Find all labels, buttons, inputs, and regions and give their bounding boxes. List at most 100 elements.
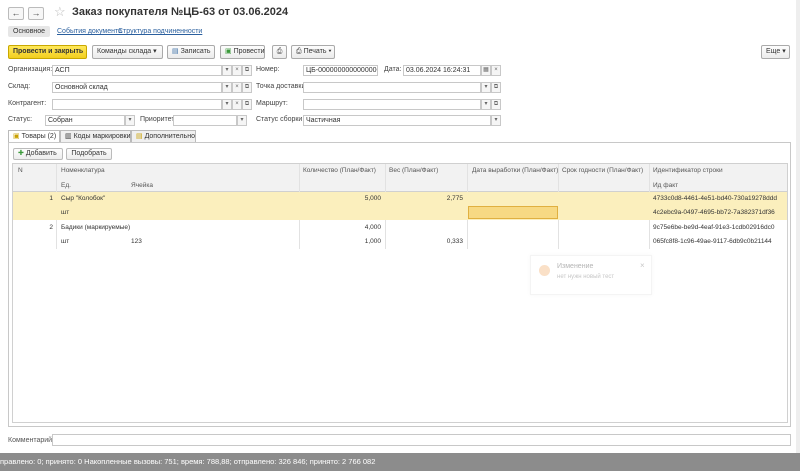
warehouse-commands-button[interactable]: Команды склада ▾ bbox=[92, 45, 163, 59]
chevron-down-icon: ▾ bbox=[328, 48, 332, 55]
date-clear-icon[interactable]: × bbox=[491, 65, 501, 76]
counterparty-clear-icon[interactable]: × bbox=[232, 99, 242, 110]
tab-marking-codes[interactable]: ▥ Коды маркировки bbox=[60, 130, 131, 142]
warehouse-dropdown-icon[interactable]: ▾ bbox=[222, 82, 232, 93]
route-field[interactable] bbox=[303, 99, 481, 110]
counterparty-label: Контрагент: bbox=[8, 100, 47, 107]
warehouse-field[interactable]: Основной склад bbox=[52, 82, 222, 93]
post-icon: ▣ bbox=[225, 48, 232, 55]
date-label: Дата: bbox=[384, 66, 402, 73]
print-label: Печать bbox=[303, 48, 327, 55]
status-bar: правлено: 0; принято: 0 Накопленные вызо… bbox=[0, 453, 800, 471]
header-production-date: Дата выработки (План/Факт) bbox=[472, 167, 559, 174]
printer-icon: ⎙ bbox=[276, 48, 283, 55]
notification-title: Изменение bbox=[557, 263, 594, 270]
tab-subordination-structure[interactable]: Структура подчиненности bbox=[115, 26, 205, 37]
organization-dropdown-icon[interactable]: ▾ bbox=[222, 65, 232, 76]
goods-tab-icon: ▣ bbox=[13, 133, 20, 140]
warehouse-clear-icon[interactable]: × bbox=[232, 82, 242, 93]
window-edge bbox=[796, 0, 800, 453]
print-button[interactable]: ⎙ Печать ▾ bbox=[291, 45, 335, 59]
add-row-button[interactable]: ✚ Добавить bbox=[13, 148, 63, 160]
row-cell: 123 bbox=[131, 238, 142, 245]
table-row[interactable]: 2 Бадики (маркируемые) 4,000 9c75e6be-be… bbox=[13, 221, 787, 235]
row-number: 1 bbox=[49, 195, 53, 202]
table-row[interactable]: шт 4c2ebc9a-0497-4695-bb72-7a382371df36 bbox=[13, 206, 787, 220]
row-nomenclature: Бадики (маркируемые) bbox=[61, 224, 131, 231]
row-nomenclature: Сыр "Колобок" bbox=[61, 195, 106, 202]
comment-label: Комментарий: bbox=[8, 437, 55, 444]
forward-button[interactable]: → bbox=[28, 7, 44, 20]
tab-additional[interactable]: ▤ Дополнительно bbox=[131, 130, 196, 142]
row-number: 2 bbox=[49, 224, 53, 231]
organization-label: Организация: bbox=[8, 66, 53, 73]
comment-field[interactable] bbox=[52, 434, 791, 446]
header-expiry: Срок годности (План/Факт) bbox=[562, 167, 644, 174]
row-unit: шт bbox=[61, 238, 70, 245]
save-button[interactable]: ▤ Записать bbox=[167, 45, 215, 59]
number-label: Номер: bbox=[256, 66, 280, 73]
tab-main[interactable]: Основное bbox=[8, 26, 51, 37]
post-and-close-button[interactable]: Провести и закрыть bbox=[8, 45, 87, 59]
selected-cell[interactable] bbox=[468, 206, 558, 219]
more-button[interactable]: Еще ▾ bbox=[761, 45, 790, 59]
number-field[interactable]: ЦБ-00000000000000063 bbox=[303, 65, 378, 76]
delivery-dropdown-icon[interactable]: ▾ bbox=[481, 82, 491, 93]
favorite-star-icon[interactable]: ☆ bbox=[54, 4, 66, 20]
header-fact-id: Ид факт bbox=[653, 182, 679, 189]
header-nomenclature: Номенклатура bbox=[61, 167, 105, 174]
delivery-open-icon[interactable]: ⧉ bbox=[491, 82, 501, 93]
back-button[interactable]: ← bbox=[8, 7, 24, 20]
table-row[interactable]: 1 Сыр "Колобок" 5,000 2,775 4733c0d8-446… bbox=[13, 192, 787, 206]
route-open-icon[interactable]: ⧉ bbox=[491, 99, 501, 110]
status-field[interactable]: Собран bbox=[45, 115, 125, 126]
organization-open-icon[interactable]: ⧉ bbox=[242, 65, 252, 76]
date-field[interactable]: 03.06.2024 16:24:31 bbox=[403, 65, 481, 76]
header-cell: Ячейка bbox=[131, 182, 153, 189]
notification-text: нет нужн новый тест bbox=[557, 274, 615, 280]
route-dropdown-icon[interactable]: ▾ bbox=[481, 99, 491, 110]
priority-dropdown-icon[interactable]: ▾ bbox=[237, 115, 247, 126]
header-qty: Количество (План/Факт) bbox=[303, 167, 376, 174]
status-dropdown-icon[interactable]: ▾ bbox=[125, 115, 135, 126]
assembly-status-dropdown-icon[interactable]: ▾ bbox=[491, 115, 501, 126]
assembly-status-field[interactable]: Частичная bbox=[303, 115, 491, 126]
warehouse-open-icon[interactable]: ⧉ bbox=[242, 82, 252, 93]
row-unit: шт bbox=[61, 209, 70, 216]
row-fact-id: 4c2ebc9a-0497-4695-bb72-7a382371df36 bbox=[653, 209, 775, 216]
counterparty-open-icon[interactable]: ⧉ bbox=[242, 99, 252, 110]
priority-label: Приоритет: bbox=[140, 116, 177, 123]
close-icon[interactable]: × bbox=[640, 261, 645, 270]
chevron-down-icon: ▾ bbox=[153, 48, 157, 55]
notification-popup[interactable]: Изменение нет нужн новый тест × bbox=[530, 255, 652, 295]
post-button[interactable]: ▣ Провести bbox=[220, 45, 265, 59]
header-row-id: Идентификатор строки bbox=[653, 167, 723, 174]
tab-goods[interactable]: ▣ Товары (2) bbox=[8, 130, 60, 142]
header-weight: Вес (План/Факт) bbox=[389, 167, 439, 174]
warehouse-commands-label: Команды склада bbox=[97, 48, 152, 55]
counterparty-dropdown-icon[interactable]: ▾ bbox=[222, 99, 232, 110]
row-qty: 4,000 bbox=[364, 224, 381, 231]
status-label: Статус: bbox=[8, 116, 33, 123]
chevron-down-icon: ▾ bbox=[782, 48, 786, 55]
counterparty-field[interactable] bbox=[52, 99, 222, 110]
additional-tab-label: Дополнительно bbox=[144, 133, 195, 140]
print-icon-button[interactable]: ⎙ bbox=[272, 45, 287, 59]
add-icon: ✚ bbox=[18, 150, 24, 157]
calendar-icon[interactable]: ▦ bbox=[481, 65, 491, 76]
organization-clear-icon[interactable]: × bbox=[232, 65, 242, 76]
row-qty-fact: 1,000 bbox=[364, 238, 381, 245]
warehouse-label: Склад: bbox=[8, 83, 31, 90]
row-weight-fact: 0,333 bbox=[446, 238, 463, 245]
goods-table[interactable]: N Номенклатура Ед. Ячейка Количество (Пл… bbox=[12, 163, 788, 423]
priority-field[interactable] bbox=[173, 115, 237, 126]
more-label: Еще bbox=[766, 48, 781, 55]
delivery-point-field[interactable] bbox=[303, 82, 481, 93]
pick-button[interactable]: Подобрать bbox=[66, 148, 112, 160]
additional-tab-icon: ▤ bbox=[136, 133, 143, 140]
warning-icon bbox=[539, 265, 550, 276]
save-icon: ▤ bbox=[172, 48, 179, 55]
table-row[interactable]: шт 123 1,000 0,333 065fc8f8-1c96-49ae-91… bbox=[13, 235, 787, 249]
assembly-status-label: Статус сборки: bbox=[256, 116, 305, 123]
organization-field[interactable]: АСП bbox=[52, 65, 222, 76]
